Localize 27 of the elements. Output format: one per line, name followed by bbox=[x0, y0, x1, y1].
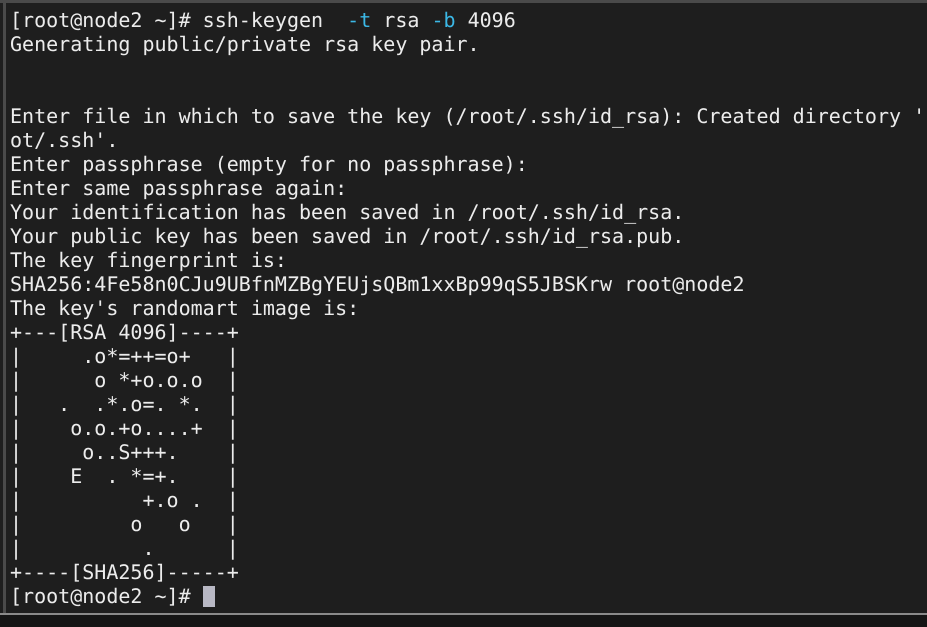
terminal-text: | E . *=+. | bbox=[10, 464, 239, 488]
terminal-text: | o..S+++. | bbox=[10, 440, 239, 464]
terminal-text: The key fingerprint is: bbox=[10, 248, 287, 272]
terminal-text: | o o | bbox=[10, 512, 239, 536]
command-option: -t bbox=[347, 8, 372, 32]
terminal-text: | .o*=++=o+ | bbox=[10, 344, 239, 368]
terminal-text: rsa bbox=[382, 8, 420, 32]
terminal-text: | . | bbox=[10, 536, 239, 560]
command-option: -b bbox=[431, 8, 456, 32]
terminal-text: | . .*.o=. *. | bbox=[10, 392, 239, 416]
terminal-text: | o.o.+o....+ | bbox=[10, 416, 239, 440]
terminal-text: | o *+o.o.o | bbox=[10, 368, 239, 392]
terminal-text: Generating public/private rsa key pair. bbox=[10, 32, 480, 56]
terminal-text: Your identification has been saved in /root/.ssh/id_rsa. bbox=[10, 200, 684, 224]
terminal-text: The key's randomart image is: bbox=[10, 296, 360, 320]
terminal-text: SHA256:4Fe58n0CJu9UBfnMZBgYEUjsQBm1xxBp99qS5JBSKrw root@node2 bbox=[10, 272, 745, 296]
terminal-text: | +.o . | bbox=[10, 488, 239, 512]
terminal-text: Your public key has been saved in /root/.ssh/id_rsa.pub. bbox=[10, 224, 684, 248]
terminal-text: [root@node2 ~]# bbox=[10, 584, 192, 608]
terminal-text: Enter same passphrase again: bbox=[10, 176, 348, 200]
terminal-text: Enter file in which to save the key (/root/.ssh/id_rsa): Created directory ' bbox=[10, 104, 926, 128]
terminal-text: 4096 bbox=[466, 8, 516, 32]
terminal-text: Enter passphrase (empty for no passphrase): bbox=[10, 152, 528, 176]
terminal-text: ot/.ssh'. bbox=[10, 128, 118, 152]
terminal-text: +---[RSA 4096]----+ bbox=[10, 320, 239, 344]
terminal-text: [root@node2 ~]# ssh-keygen bbox=[10, 8, 324, 32]
terminal-text: +----[SHA256]-----+ bbox=[10, 560, 239, 584]
